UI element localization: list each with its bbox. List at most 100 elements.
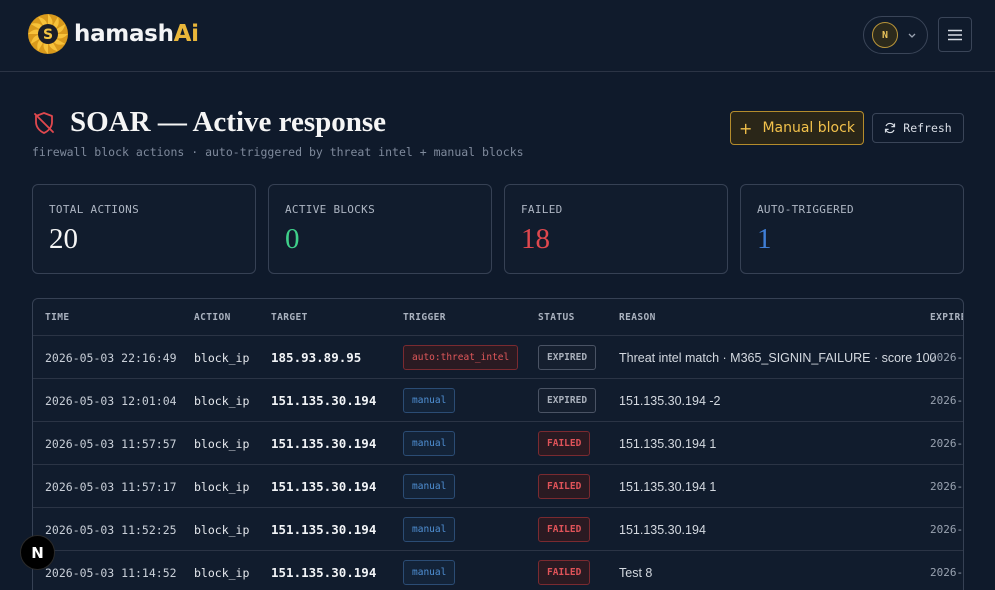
cell-target: 151.135.30.194 <box>271 565 377 580</box>
cell-time: 2026-05-03 11:57:17 <box>45 479 177 494</box>
cell-status: FAILED <box>538 508 591 551</box>
plus-icon: + <box>739 118 753 138</box>
trigger-badge: manual <box>403 517 456 542</box>
column-header-time[interactable]: TIME <box>45 312 69 323</box>
table-row[interactable]: 2026-05-03 12:01:04 block_ip 151.135.30.… <box>33 379 963 422</box>
dev-tools-badge[interactable]: N <box>20 535 55 570</box>
cell-time: 2026-05-03 11:52:25 <box>45 522 177 537</box>
cell-time: 2026-05-03 22:16:49 <box>45 350 177 365</box>
cell-target: 151.135.30.194 <box>271 436 377 451</box>
brand-name: hamashAi <box>74 21 199 47</box>
top-bar: S hamashAi N <box>0 0 995 72</box>
cell-status: EXPIRED <box>538 336 597 379</box>
cell-target: 185.93.89.95 <box>271 350 362 365</box>
cell-target: 151.135.30.194 <box>271 479 377 494</box>
status-badge: FAILED <box>538 517 591 542</box>
cell-time: 2026-05-03 11:14:52 <box>45 565 177 580</box>
cell-status: FAILED <box>538 465 591 508</box>
stat-label: ACTIVE BLOCKS <box>285 203 375 216</box>
cell-reason: Threat intel match · M365_SIGNIN_FAILURE… <box>619 350 937 365</box>
refresh-icon <box>885 122 896 134</box>
cell-time: 2026-05-03 12:01:04 <box>45 393 177 408</box>
cell-time: 2026-05-03 11:57:57 <box>45 436 177 451</box>
manual-block-label: Manual block <box>762 120 855 136</box>
stat-value: 18 <box>521 223 550 255</box>
status-badge: FAILED <box>538 431 591 456</box>
status-badge: FAILED <box>538 474 591 499</box>
sun-s-logo-icon: S <box>28 14 68 54</box>
cell-reason: 151.135.30.194 1 <box>619 479 717 494</box>
refresh-label: Refresh <box>903 121 952 135</box>
cell-trigger: manual <box>403 422 456 465</box>
cell-target: 151.135.30.194 <box>271 522 377 537</box>
brand-name-accent: Ai <box>173 21 199 47</box>
avatar: N <box>872 22 898 48</box>
hamburger-menu-button[interactable] <box>938 17 972 52</box>
status-badge: EXPIRED <box>538 345 597 370</box>
cell-trigger: manual <box>403 379 456 422</box>
cell-target: 151.135.30.194 <box>271 393 377 408</box>
stat-value: 1 <box>757 223 772 255</box>
manual-block-button[interactable]: + Manual block <box>730 111 864 145</box>
shield-off-icon <box>34 111 54 134</box>
trigger-badge: manual <box>403 388 456 413</box>
stat-value: 20 <box>49 223 78 255</box>
cell-action: block_ip <box>194 350 250 365</box>
cell-action: block_ip <box>194 393 250 408</box>
cell-action: block_ip <box>194 479 250 494</box>
cell-expires: 2026-0 <box>930 480 964 493</box>
column-header-reason[interactable]: REASON <box>619 312 656 323</box>
stat-label: AUTO-TRIGGERED <box>757 203 854 216</box>
column-header-trigger[interactable]: TRIGGER <box>403 312 446 323</box>
stat-card-active-blocks: ACTIVE BLOCKS 0 <box>268 184 492 274</box>
cell-status: FAILED <box>538 551 591 590</box>
cell-trigger: manual <box>403 465 456 508</box>
column-header-expires[interactable]: EXPIRE <box>930 312 963 323</box>
cell-expires: 2026-0 <box>930 566 964 579</box>
stat-label: FAILED <box>521 203 563 216</box>
brand-logo[interactable]: S hamashAi <box>26 12 199 56</box>
page-subtitle: firewall block actions · auto-triggered … <box>32 145 524 159</box>
table-header: TIME ACTION TARGET TRIGGER STATUS REASON… <box>33 299 963 336</box>
actions-table[interactable]: TIME ACTION TARGET TRIGGER STATUS REASON… <box>32 298 964 590</box>
column-header-target[interactable]: TARGET <box>271 312 308 323</box>
column-header-status[interactable]: STATUS <box>538 312 575 323</box>
stat-card-auto-triggered: AUTO-TRIGGERED 1 <box>740 184 964 274</box>
stat-value: 0 <box>285 223 300 255</box>
trigger-badge: manual <box>403 560 456 585</box>
column-header-action[interactable]: ACTION <box>194 312 231 323</box>
cell-reason: 151.135.30.194 -2 <box>619 393 721 408</box>
cell-trigger: auto:threat_intel <box>403 336 519 379</box>
cell-expires: 2026-0 <box>930 351 964 364</box>
cell-expires: 2026-0 <box>930 394 964 407</box>
trigger-badge: manual <box>403 431 456 456</box>
table-row[interactable]: 2026-05-03 22:16:49 block_ip 185.93.89.9… <box>33 336 963 379</box>
cell-trigger: manual <box>403 551 456 590</box>
cell-action: block_ip <box>194 522 250 537</box>
cell-action: block_ip <box>194 436 250 451</box>
cell-expires: 2026-0 <box>930 523 964 536</box>
cell-expires: 2026-0 <box>930 437 964 450</box>
user-menu-button[interactable]: N <box>863 16 928 54</box>
page-header: SOAR — Active response <box>32 106 386 139</box>
status-badge: FAILED <box>538 560 591 585</box>
svg-text:S: S <box>43 27 53 43</box>
status-badge: EXPIRED <box>538 388 597 413</box>
chevron-down-icon <box>908 33 916 38</box>
cell-status: FAILED <box>538 422 591 465</box>
trigger-badge: manual <box>403 474 456 499</box>
cell-trigger: manual <box>403 508 456 551</box>
table-row[interactable]: 2026-05-03 11:52:25 block_ip 151.135.30.… <box>33 508 963 551</box>
hamburger-menu-icon <box>948 29 962 40</box>
refresh-button[interactable]: Refresh <box>872 113 964 143</box>
stat-card-failed: FAILED 18 <box>504 184 728 274</box>
page-title: SOAR — Active response <box>70 106 387 138</box>
table-row[interactable]: 2026-05-03 11:57:57 block_ip 151.135.30.… <box>33 422 963 465</box>
cell-status: EXPIRED <box>538 379 597 422</box>
table-row[interactable]: 2026-05-03 11:57:17 block_ip 151.135.30.… <box>33 465 963 508</box>
brand-name-primary: hamash <box>74 21 174 47</box>
cell-reason: 151.135.30.194 <box>619 522 706 537</box>
cell-action: block_ip <box>194 565 250 580</box>
table-row[interactable]: 2026-05-03 11:14:52 block_ip 151.135.30.… <box>33 551 963 590</box>
cell-reason: 151.135.30.194 1 <box>619 436 717 451</box>
